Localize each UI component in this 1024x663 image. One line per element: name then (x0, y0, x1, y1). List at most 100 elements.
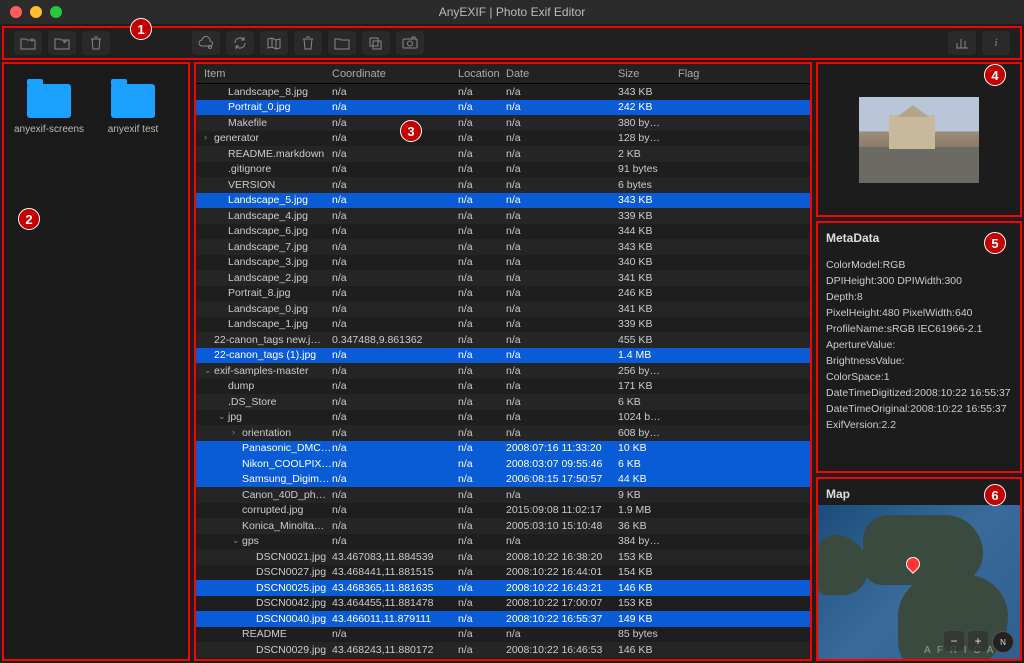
copy-button[interactable] (362, 31, 390, 55)
cell-loc: n/a (458, 287, 506, 299)
cloud-button[interactable] (192, 31, 220, 55)
cell-date: n/a (506, 241, 618, 253)
cell-size: 341 KB (618, 272, 678, 284)
table-row[interactable]: Canon_40D_ph…n/an/an/a9 KB (196, 487, 810, 503)
table-row[interactable]: ›orientationn/an/an/a608 by… (196, 425, 810, 441)
cell-coord: n/a (332, 349, 458, 361)
metadata-line: ApertureValue: (826, 337, 1012, 353)
item-name: Landscape_6.jpg (228, 225, 308, 237)
table-row[interactable]: Landscape_8.jpgn/an/an/a343 KB (196, 84, 810, 100)
table-row[interactable]: Samsung_Digim…n/an/a2006:08:15 17:50:574… (196, 472, 810, 488)
table-row[interactable]: DSCN0021.jpg43.467083,11.884539n/a2008:1… (196, 549, 810, 565)
item-name: gps (242, 535, 259, 547)
table-row[interactable]: corrupted.jpgn/an/a2015:09:08 11:02:171.… (196, 503, 810, 519)
table-row[interactable]: DSCN0025.jpg43.468365,11.881635n/a2008:1… (196, 580, 810, 596)
disclosure-icon[interactable]: › (204, 132, 214, 144)
cell-item: 22-canon_tags new.j… (196, 334, 332, 346)
table-row[interactable]: READMEn/an/an/a85 bytes (196, 627, 810, 643)
trash-button[interactable] (82, 31, 110, 55)
cell-coord: n/a (332, 86, 458, 98)
table-row[interactable]: DSCN0042.jpg43.464455,11.881478n/a2008:1… (196, 596, 810, 612)
disclosure-icon[interactable]: › (232, 427, 242, 439)
table-row[interactable]: README.markdownn/an/an/a2 KB (196, 146, 810, 162)
col-date[interactable]: Date (506, 68, 618, 80)
table-row[interactable]: VERSIONn/an/an/a6 bytes (196, 177, 810, 193)
table-row[interactable]: .DS_Storen/an/an/a6 KB (196, 394, 810, 410)
table-row[interactable]: Landscape_6.jpgn/an/an/a344 KB (196, 224, 810, 240)
close-window-button[interactable] (10, 6, 22, 18)
table-row[interactable]: Makefilen/an/an/a380 by… (196, 115, 810, 131)
disclosure-icon[interactable]: ⌄ (204, 365, 214, 377)
annotation-badge-5: 5 (984, 232, 1006, 254)
cell-coord: n/a (332, 520, 458, 532)
table-row[interactable]: Landscape_7.jpgn/an/an/a343 KB (196, 239, 810, 255)
table-row[interactable]: Landscape_5.jpgn/an/an/a343 KB (196, 193, 810, 209)
table-row[interactable]: ⌄gpsn/an/an/a384 by… (196, 534, 810, 550)
table-row[interactable]: DSCN0027.jpg43.468441,11.881515n/a2008:1… (196, 565, 810, 581)
sidebar-folder-1[interactable]: anyexif test (100, 84, 166, 135)
cell-loc: n/a (458, 411, 506, 423)
table-row[interactable]: Portrait_0.jpgn/an/an/a242 KB (196, 100, 810, 116)
col-flag[interactable]: Flag (678, 68, 718, 80)
table-row[interactable]: DSCN0040.jpg43.466011,11.879111n/a2008:1… (196, 611, 810, 627)
metadata-line: DateTimeOriginal:2008:10:22 16:55:37 (826, 401, 1012, 417)
add-folder-button[interactable] (14, 31, 42, 55)
table-row[interactable]: ⌄jpgn/an/an/a1024 b… (196, 410, 810, 426)
cell-item: .DS_Store (196, 396, 332, 408)
table-row[interactable]: DSCN0012.jpg43.464715,11.885395n/a2008:1… (196, 658, 810, 660)
disclosure-icon[interactable]: ⌄ (218, 411, 228, 423)
map-compass[interactable]: N (992, 631, 1014, 653)
cell-loc: n/a (458, 489, 506, 501)
col-coord[interactable]: Coordinate (332, 68, 458, 80)
camera-button[interactable] (396, 31, 424, 55)
item-name: DSCN0029.jpg (256, 644, 326, 656)
disclosure-icon (232, 458, 242, 470)
cell-loc: n/a (458, 380, 506, 392)
table-row[interactable]: Landscape_3.jpgn/an/an/a340 KB (196, 255, 810, 271)
minimize-window-button[interactable] (30, 6, 42, 18)
metadata-line: ExifVersion:2.2 (826, 417, 1012, 433)
cell-item: Landscape_1.jpg (196, 318, 332, 330)
cell-item: Portrait_8.jpg (196, 287, 332, 299)
table-body[interactable]: Landscape_8.jpgn/an/an/a343 KBPortrait_0… (196, 84, 810, 659)
table-row[interactable]: 22-canon_tags new.j…0.347488,9.861362n/a… (196, 332, 810, 348)
map-zoom-in[interactable]: + (968, 631, 988, 651)
map-zoom-out[interactable]: − (944, 631, 964, 651)
table-row[interactable]: Landscape_1.jpgn/an/an/a339 KB (196, 317, 810, 333)
table-row[interactable]: DSCN0029.jpg43.468243,11.880172n/a2008:1… (196, 642, 810, 658)
cell-loc: n/a (458, 535, 506, 547)
open-folder-button[interactable] (48, 31, 76, 55)
table-row[interactable]: Panasonic_DMC…n/an/a2008:07:16 11:33:201… (196, 441, 810, 457)
table-row[interactable]: dumpn/an/an/a171 KB (196, 379, 810, 395)
table-row[interactable]: 22-canon_tags (1).jpgn/an/an/a1.4 MB (196, 348, 810, 364)
sidebar-folder-0[interactable]: anyexif-screensho (16, 84, 82, 135)
folder-button[interactable] (328, 31, 356, 55)
disclosure-icon[interactable]: ⌄ (232, 535, 242, 547)
disclosure-icon (232, 628, 242, 640)
table-row[interactable]: ›generatorn/an/an/a128 by… (196, 131, 810, 147)
table-row[interactable]: Landscape_4.jpgn/an/an/a339 KB (196, 208, 810, 224)
col-loc[interactable]: Location (458, 68, 506, 80)
disclosure-icon (218, 117, 228, 129)
map-button[interactable] (260, 31, 288, 55)
info-button[interactable]: i (982, 31, 1010, 55)
table-row[interactable]: Portrait_8.jpgn/an/an/a246 KB (196, 286, 810, 302)
cell-loc: n/a (458, 566, 506, 578)
col-size[interactable]: Size (618, 68, 678, 80)
table-row[interactable]: .gitignoren/an/an/a91 bytes (196, 162, 810, 178)
disclosure-icon (232, 442, 242, 454)
annotation-badge-3: 3 (400, 120, 422, 142)
col-item[interactable]: Item (196, 68, 332, 80)
rotate-button[interactable] (226, 31, 254, 55)
table-row[interactable]: Landscape_0.jpgn/an/an/a341 KB (196, 301, 810, 317)
item-name: Konica_Minolta… (242, 520, 324, 532)
table-row[interactable]: ⌄exif-samples-mastern/an/an/a256 by… (196, 363, 810, 379)
cell-size: 341 KB (618, 303, 678, 315)
map-area[interactable]: A F R I C A − + N (818, 505, 1020, 659)
table-row[interactable]: Nikon_COOLPIX…n/an/a2008:03:07 09:55:466… (196, 456, 810, 472)
table-row[interactable]: Konica_Minolta…n/an/a2005:03:10 15:10:48… (196, 518, 810, 534)
delete-button[interactable] (294, 31, 322, 55)
chart-button[interactable] (948, 31, 976, 55)
table-row[interactable]: Landscape_2.jpgn/an/an/a341 KB (196, 270, 810, 286)
zoom-window-button[interactable] (50, 6, 62, 18)
